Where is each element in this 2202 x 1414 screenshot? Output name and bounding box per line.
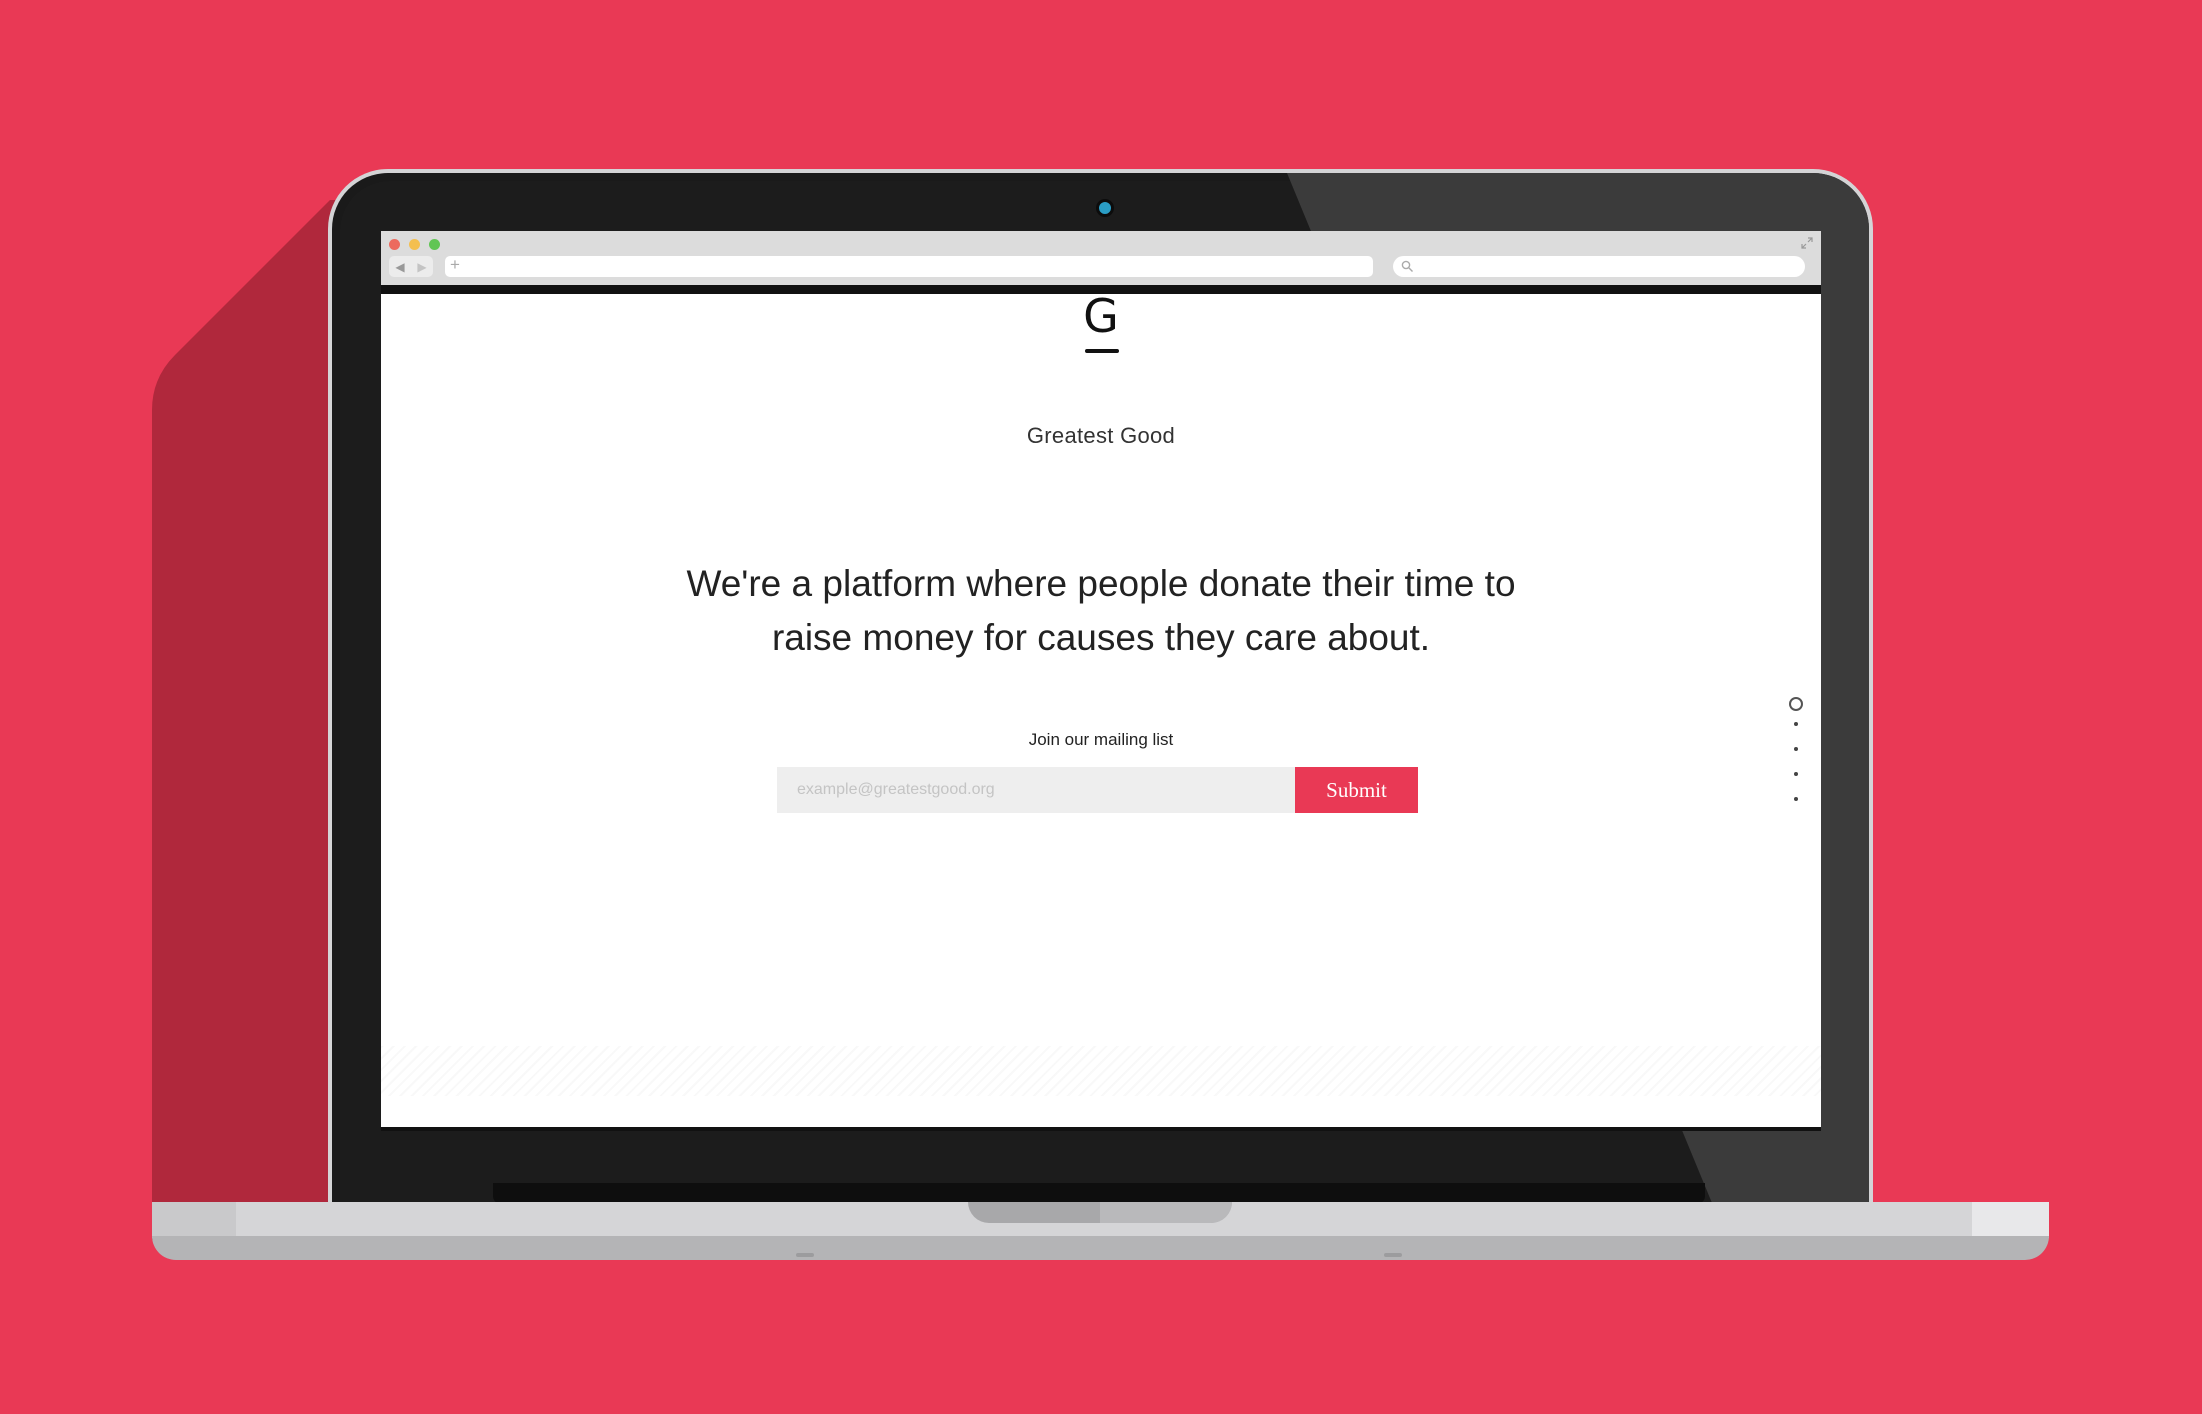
window-minimize-button[interactable] — [409, 239, 420, 250]
screen-bottom-edge — [381, 1127, 1821, 1131]
plus-icon[interactable]: + — [450, 255, 460, 275]
window-maximize-button[interactable] — [429, 239, 440, 250]
browser-toolbar: ◀ ▶ + — [381, 231, 1821, 294]
laptop-foot — [796, 1253, 814, 1257]
page-dot[interactable] — [1794, 722, 1798, 726]
expand-icon[interactable] — [1801, 237, 1813, 249]
logo-mark: G — [1083, 289, 1119, 343]
address-bar[interactable]: + — [445, 255, 1373, 277]
page-dot[interactable] — [1794, 797, 1798, 801]
email-field[interactable] — [777, 767, 1295, 813]
logo-underline — [1085, 349, 1119, 353]
webcam — [1096, 199, 1114, 217]
window-close-button[interactable] — [389, 239, 400, 250]
brand-name: Greatest Good — [1026, 423, 1176, 448]
search-icon — [1401, 260, 1413, 272]
decorative-pattern — [381, 1046, 1821, 1096]
laptop-hinge — [493, 1183, 1705, 1204]
forward-arrow-icon[interactable]: ▶ — [417, 260, 426, 274]
submit-button[interactable]: Submit — [1295, 767, 1418, 813]
mailing-list-label: Join our mailing list — [1028, 730, 1174, 749]
nav-buttons: ◀ ▶ — [389, 256, 433, 277]
browser-search-bar[interactable] — [1393, 256, 1805, 277]
page-dot-active[interactable] — [1789, 697, 1803, 711]
laptop-base-bottom — [152, 1236, 2049, 1260]
hero-headline: We're a platform where people donate the… — [686, 562, 1516, 658]
screen: ◀ ▶ + G Greatest Good We're a platform w… — [381, 231, 1821, 1131]
laptop-foot — [1384, 1253, 1402, 1257]
page-dot[interactable] — [1794, 747, 1798, 751]
back-arrow-icon[interactable]: ◀ — [395, 260, 404, 274]
page-dot[interactable] — [1794, 772, 1798, 776]
laptop-notch-highlight — [1100, 1202, 1232, 1223]
